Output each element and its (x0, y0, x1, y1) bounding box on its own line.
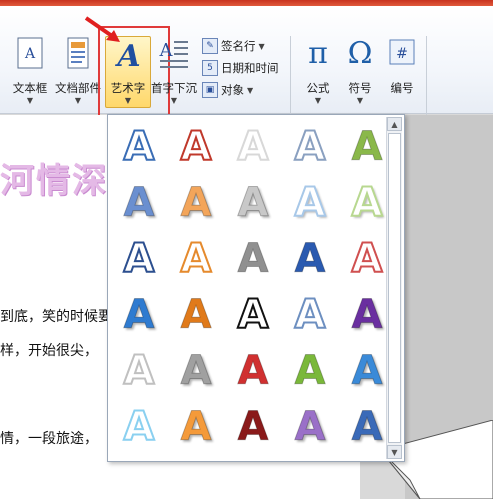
pi-icon: π (308, 36, 328, 71)
calendar-icon: 5 (202, 60, 218, 76)
datetime-label: 日期和时间 (221, 61, 279, 75)
chevron-down-icon: ▼ (170, 96, 178, 105)
wordart-style-lightgreen-bevel[interactable]: A (342, 177, 392, 229)
wordart-style-purple-glow[interactable]: A (285, 401, 335, 453)
wordart-style-red-gradient[interactable]: A (228, 345, 278, 397)
numbering-label: 编号 (390, 81, 414, 95)
wordart-style-orange-bevel[interactable]: A (171, 177, 221, 229)
wordart-style-lightblue-bevel[interactable]: A (285, 177, 335, 229)
ribbon-separator (426, 36, 427, 116)
ribbon-insert: A 文本框 ▼ 文档部件 ▼ A 艺术字 ▼ A 首字下沉 ▼ ✎ 签名行 ▼ … (0, 6, 493, 133)
scroll-thumb[interactable] (388, 133, 401, 443)
equation-label: 公式 (306, 81, 330, 95)
signature-line-button[interactable]: ✎ 签名行 ▼ (202, 36, 265, 56)
wordart-style-outline-light[interactable]: A (228, 121, 278, 173)
wordart-style-green-fill[interactable]: A (342, 121, 392, 173)
chevron-down-icon: ▼ (314, 96, 322, 105)
svg-text:A: A (159, 40, 174, 61)
wordart-style-silver-gradient[interactable]: A (228, 233, 278, 285)
document-line: 样，开始很尖， (0, 343, 98, 359)
quickparts-label: 文档部件 (55, 81, 101, 95)
wordart-style-blue-3d[interactable]: A (342, 401, 392, 453)
object-label: 对象 (221, 83, 244, 97)
wordart-style-white-gray[interactable]: A (114, 345, 164, 397)
ribbon-separator (290, 36, 291, 116)
symbol-label: 符号 (348, 81, 372, 95)
object-button[interactable]: ▣ 对象 ▼ (202, 80, 253, 100)
numbering-button[interactable]: # 编号 (378, 34, 426, 112)
wordart-style-outline-blue[interactable]: A (114, 121, 164, 173)
document-line: 情，一段旅途， (0, 431, 98, 447)
wordart-style-outline-red[interactable]: A (171, 121, 221, 173)
textbox-icon: A (17, 37, 43, 69)
scroll-up-icon[interactable]: ▲ (387, 117, 402, 131)
numbering-icon: # (389, 39, 415, 65)
wordart-grid: AAAAAAAAAAAAAAAAAAAAAAAAAAAAAA (114, 121, 384, 455)
wordart-style-outline-steel[interactable]: A (285, 121, 335, 173)
dropcap-button[interactable]: A 首字下沉 ▼ (150, 34, 198, 112)
wordart-style-gray-bevel[interactable]: A (228, 177, 278, 229)
wordart-style-red-outline[interactable]: A (342, 233, 392, 285)
svg-text:A: A (24, 46, 36, 62)
chevron-down-icon: ▼ (247, 85, 254, 95)
dropcap-icon: A (159, 40, 188, 68)
symbol-button[interactable]: Ω 符号 ▼ (336, 34, 384, 112)
wordart-style-black-outline[interactable]: A (228, 289, 278, 341)
wordart-style-blue-reflect[interactable]: A (114, 289, 164, 341)
wordart-style-green-gradient[interactable]: A (285, 345, 335, 397)
document-heading: 河情深 (0, 161, 108, 201)
signature-icon: ✎ (202, 38, 218, 54)
wordart-gallery[interactable]: AAAAAAAAAAAAAAAAAAAAAAAAAAAAAA ▲ ▼ (107, 114, 405, 462)
wordart-style-silver-shadow[interactable]: A (171, 345, 221, 397)
textbox-label: 文本框 (12, 81, 48, 95)
chevron-down-icon: ▼ (258, 41, 265, 51)
dropcap-label: 首字下沉 (151, 81, 197, 95)
wordart-style-purple-reflect[interactable]: A (342, 289, 392, 341)
scroll-down-icon[interactable]: ▼ (387, 445, 402, 459)
document-line: 到底，笑的时候要 (0, 309, 112, 325)
chevron-down-icon: ▼ (26, 96, 34, 105)
object-icon: ▣ (202, 82, 218, 98)
chevron-down-icon: ▼ (356, 96, 364, 105)
omega-icon: Ω (347, 36, 373, 71)
signature-label: 签名行 (221, 39, 256, 53)
textbox-button[interactable]: A 文本框 ▼ (6, 34, 54, 112)
wordart-style-blue-outline[interactable]: A (285, 289, 335, 341)
arrow-annotation-icon (84, 16, 120, 42)
svg-text:#: # (396, 46, 408, 62)
wordart-style-darkred-solid[interactable]: A (228, 401, 278, 453)
wordart-style-blue-solid[interactable]: A (285, 233, 335, 285)
wordart-style-navy-outline[interactable]: A (114, 233, 164, 285)
datetime-button[interactable]: 5 日期和时间 (202, 58, 279, 78)
wordart-style-orange-solid[interactable]: A (171, 289, 221, 341)
wordart-style-blue-bevel[interactable]: A (114, 177, 164, 229)
equation-button[interactable]: π 公式 ▼ (294, 34, 342, 112)
wordart-style-blue-reflect-2[interactable]: A (342, 345, 392, 397)
wordart-style-sky-outline[interactable]: A (114, 401, 164, 453)
wordart-style-orange-outline[interactable]: A (171, 233, 221, 285)
chevron-down-icon: ▼ (74, 96, 82, 105)
wordart-style-orange-glow[interactable]: A (171, 401, 221, 453)
gallery-scrollbar[interactable]: ▲ ▼ (386, 117, 402, 459)
